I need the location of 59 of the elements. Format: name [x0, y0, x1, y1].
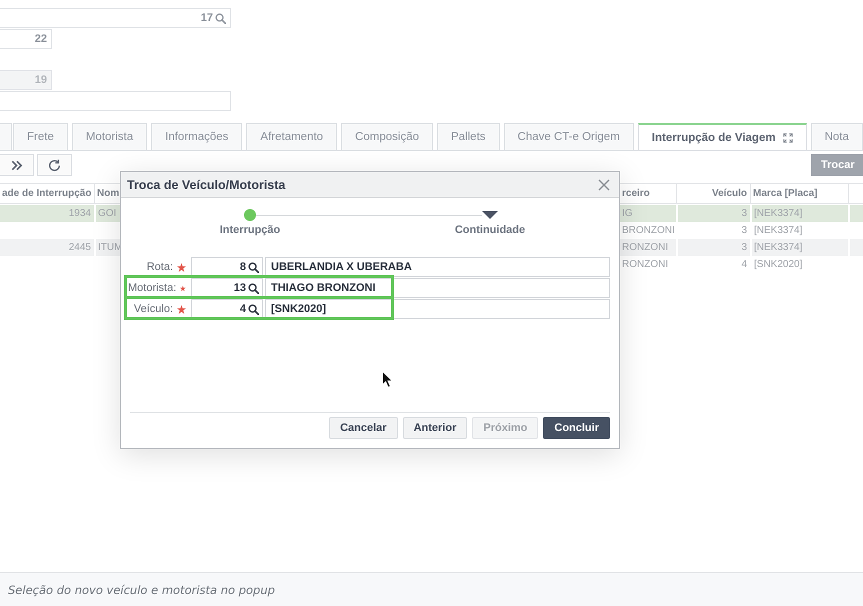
action-button[interactable]: Trocar [811, 154, 863, 176]
search-icon[interactable] [248, 262, 259, 272]
tab[interactable]: Motorista [72, 123, 148, 150]
table-cell-text: RONZONI [621, 258, 670, 272]
toolbar-button[interactable] [0, 154, 34, 176]
table-cell-text: RONZONI [621, 241, 670, 255]
field-label: Rota: [146, 261, 173, 273]
toolbar-button[interactable] [37, 154, 72, 176]
tab[interactable]: Afretamento [246, 123, 338, 150]
table-cell-text: 2445 [68, 241, 92, 255]
search-icon[interactable] [248, 304, 259, 314]
caption-text: Seleção do novo veículo e motorista no popup [8, 582, 275, 596]
table-row[interactable]: RONZONI 3 [NEK3374] [620, 239, 863, 256]
code-field[interactable]: 8 [191, 257, 263, 277]
refresh-icon [48, 158, 61, 172]
table-row[interactable]: RONZONI 4 [SNK2020] [620, 256, 863, 273]
description-field[interactable]: UBERLANDIA X UBERABA [265, 257, 610, 277]
tab[interactable]: Composição [341, 123, 433, 150]
search-icon[interactable] [248, 282, 259, 294]
input-field[interactable]: 22 [0, 29, 52, 49]
dialog-title: Troca de Veículo/Motorista [127, 178, 286, 192]
table-row[interactable]: 1934 GOI [0, 205, 120, 222]
tab[interactable]: Chave CT-e Origem [504, 123, 634, 150]
column-header: Marca [Placa] [750, 184, 848, 203]
field-label: Motorista: [128, 282, 176, 294]
column-header: rceiro [621, 187, 651, 201]
step-label: Continuidade [454, 224, 526, 237]
input-field[interactable] [0, 91, 231, 111]
column-header: Veículo [676, 184, 750, 203]
code-field[interactable]: 13 [191, 278, 263, 298]
double-chevron-icon [10, 158, 23, 172]
table-cell: 4 [676, 256, 750, 273]
table-row[interactable]: IG 3 [NEK3374] [620, 205, 863, 222]
expand-icon[interactable] [782, 133, 793, 143]
dialog-button[interactable]: Cancelar [329, 417, 398, 439]
table-cell: [NEK3374] [750, 205, 848, 222]
description-field[interactable]: THIAGO BRONZONI [265, 278, 610, 298]
table-cell: [NEK3374] [750, 239, 848, 256]
dialog-button[interactable]: Anterior [402, 417, 468, 439]
mouse-pointer-icon [382, 371, 393, 388]
input-field[interactable]: 17 [0, 8, 231, 28]
dialog-button[interactable]: Concluir [543, 417, 610, 439]
table-cell-text: 1934 [68, 207, 92, 221]
tab[interactable]: Interrupção de Viagem [638, 123, 807, 150]
column-header: ade de Interrupção [1, 187, 92, 201]
field-label: Veículo: [134, 303, 173, 315]
table-cell-text: IG [621, 207, 634, 221]
description-field[interactable]: [SNK2020] [265, 299, 610, 319]
tab[interactable]: Pallets [437, 123, 500, 150]
code-field[interactable]: 4 [191, 299, 263, 319]
table-cell: 3 [676, 205, 750, 222]
table-cell: [SNK2020] [750, 256, 848, 273]
table-cell-text: BRONZONI [621, 224, 676, 238]
tab[interactable]: Informações [151, 123, 242, 150]
tab[interactable]: Nota [810, 123, 863, 150]
close-icon[interactable] [598, 178, 610, 190]
tab[interactable]: Frete [13, 123, 68, 150]
step-label: Interrupção [220, 224, 280, 237]
table-cell: 3 [676, 239, 750, 256]
